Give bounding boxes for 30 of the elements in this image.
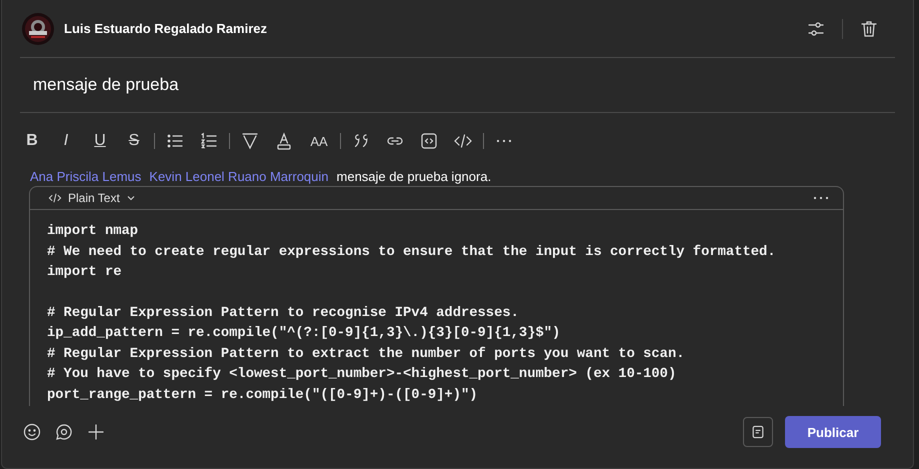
code-line: port_range_pattern = re.compile("([0-9]+)-([0-9]+)") — [47, 386, 479, 405]
language-dropdown[interactable]: Plain Text — [48, 191, 136, 206]
note-icon — [750, 424, 766, 440]
author-name: Luis Estuardo Regalado Ramirez — [64, 21, 268, 36]
code-line: ip_add_pattern = re.compile("^(?:[0-9]{1,3}\.){3}[0-9]{1,3}$") — [47, 324, 562, 344]
code-line: # Regular Expression Pattern to extract the number of ports you want to scan. — [47, 346, 686, 364]
message-text: Ana Priscila Lemus Kevin Leonel Ruano Marroquin mensaje de prueba ignora. — [29, 169, 492, 184]
chat-bubble-icon[interactable] — [54, 422, 74, 442]
code-line: import nmap — [47, 223, 140, 242]
emoji-icon[interactable] — [22, 422, 42, 442]
code-line: # Regular Expression Pattern to recognise IPv4 addresses. — [47, 305, 520, 324]
trash-icon[interactable] — [859, 18, 879, 38]
font-size-button[interactable]: AA — [308, 134, 330, 148]
notes-button[interactable] — [743, 417, 773, 447]
italic-button[interactable]: I — [56, 132, 76, 150]
plus-icon[interactable] — [86, 422, 106, 442]
mention-link[interactable]: Kevin Leonel Ruano Marroquin — [149, 169, 329, 184]
numbered-list-icon[interactable] — [199, 131, 219, 151]
highlighter-icon[interactable] — [240, 131, 260, 151]
underline-button[interactable]: U — [90, 132, 110, 150]
subject-field[interactable]: mensaje de prueba — [33, 75, 433, 95]
bold-button[interactable]: B — [22, 132, 42, 150]
post-button[interactable]: Publicar — [785, 416, 881, 448]
code-icon — [48, 191, 62, 206]
code-snippet-icon[interactable] — [419, 131, 439, 151]
code-line: import re — [47, 264, 123, 282]
code-line: # You have to specify <lowest_port_number>-<highest_port_number> (ex 10-100) — [47, 366, 678, 384]
mention-link[interactable]: Ana Priscila Lemus — [30, 169, 142, 184]
strikethrough-button[interactable]: S — [124, 132, 144, 150]
code-line: # We need to create regular expressions to ensure that the input is correctly formatted. — [47, 244, 777, 262]
